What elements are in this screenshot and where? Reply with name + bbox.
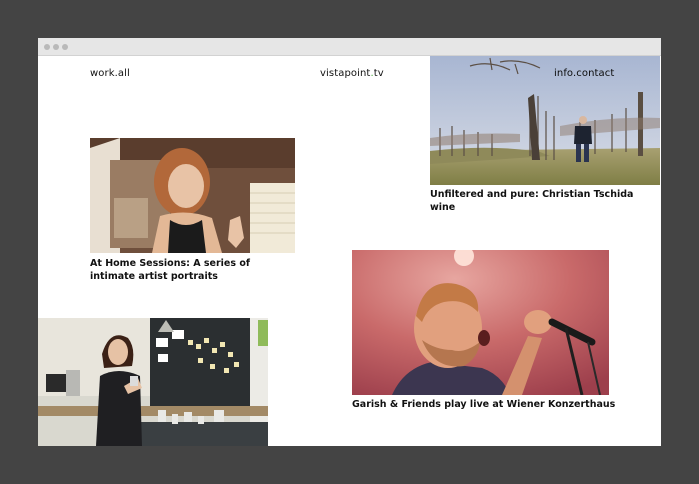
site-logo[interactable]: vistapoint.tv [320,68,384,79]
vineyard-photo[interactable] [430,56,660,185]
nav-contact-link[interactable]: info.contact [554,68,614,79]
post-caption-concert[interactable]: Garish & Friends play live at Wiener Kon… [352,399,652,412]
post-caption-portraits[interactable]: At Home Sessions: A series of intimate a… [90,258,295,283]
nav-work-link[interactable]: work.all [90,68,130,79]
post-caption-vineyard[interactable]: Unfiltered and pure: Christian Tschida w… [430,189,660,214]
logo-tld: tv [373,68,384,79]
concert-photo[interactable] [352,250,609,395]
logo-main: vistapoint [320,68,371,79]
close-window-dot[interactable] [44,44,50,50]
portrait-photo[interactable] [90,138,295,253]
minimize-window-dot[interactable] [53,44,59,50]
browser-window: work.all vistapoint.tv info.contact Unfi… [38,38,661,446]
office-photo[interactable] [38,318,268,446]
browser-titlebar [38,38,661,56]
maximize-window-dot[interactable] [62,44,68,50]
